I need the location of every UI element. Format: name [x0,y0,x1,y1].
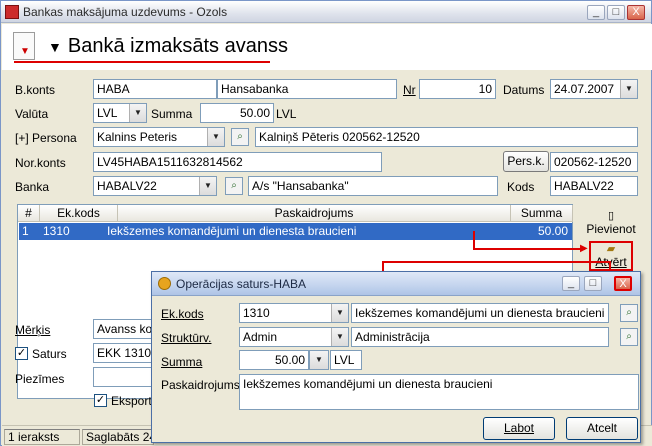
column-header-paskaidrojums[interactable]: Paskaidrojums [118,205,511,222]
document-header: ▼ ▼ Bankā izmaksāts avanss [2,24,652,70]
maximize-button[interactable]: □ [607,5,625,20]
summa-currency: LVL [276,107,297,121]
dialog-close-button[interactable]: X [614,276,632,291]
window-title: Bankas maksājuma uzdevums - Ozols [23,5,228,19]
ekkods-label: Ek.kods [161,307,204,321]
datums-label: Datums [503,83,545,97]
annotation-line [382,261,610,263]
paskaidrojums-label: Paskaidrojums [161,378,240,392]
ekkods-select[interactable]: 1310 ▼ [239,303,349,323]
bkonts-name-field: Hansabanka [217,79,397,99]
column-header-ekkods[interactable]: Ek.kods [40,205,118,222]
valuta-label: Valūta [15,107,49,121]
dropdown-triangle-icon[interactable]: ▼ [48,39,62,55]
chevron-down-icon[interactable]: ▼ [331,304,348,322]
banka-select[interactable]: HABALV22 ▼ [93,176,217,196]
title-bar[interactable]: Bankas maksājuma uzdevums - Ozols _ □ X [1,1,651,23]
saved-status: Saglabāts 24. [82,429,154,445]
dialog-title-bar[interactable]: Operācijas saturs-HABA _ □ X [152,272,640,296]
merkis-field[interactable]: Avanss kom [93,319,155,339]
new-document-icon: ▯ [607,210,615,222]
chevron-down-icon[interactable]: ▼ [207,128,224,146]
merkis-label: Mērķis [15,323,51,337]
calendar-dropdown-icon[interactable]: ▼ [620,80,637,98]
persona-select[interactable]: Kalnins Peteris ▼ [93,127,225,147]
chevron-down-icon[interactable]: ▼ [331,328,348,346]
struktv-desc-field: Administrācija [351,327,609,347]
kods-label: Kods [507,180,535,194]
row-desc: Iekšzemes komandējumi un dienesta brauci… [107,224,357,238]
norkonts-label: Nor.konts [15,156,66,170]
record-count: 1 ieraksts [4,429,80,445]
annotation-line [473,248,585,250]
title-underline [14,61,270,63]
document-icon: ▼ [13,32,35,60]
eksports-label: Eksport [111,394,152,408]
row-code: 1310 [43,224,70,238]
struktv-label: Struktūrv. [161,331,212,345]
summa-label: Summa [151,107,193,121]
paskaidrojums-textarea[interactable]: Iekšzemes komandējumi un dienesta brauci… [239,374,639,410]
close-button[interactable]: X [627,5,645,20]
dialog-summa-dropdown[interactable]: ▼ [309,350,329,370]
app-icon [5,5,19,19]
dialog-title: Operācijas saturs-HABA [176,277,307,291]
dialog-currency-field: LVL [330,350,362,370]
saturs-field[interactable]: EKK 1310 [93,343,155,363]
column-header-summa[interactable]: Summa [511,205,573,222]
persona-label[interactable]: [+] Persona [15,131,77,145]
row-num: 1 [22,224,29,238]
eksports-checkbox[interactable]: ✓ [94,394,107,407]
ekkods-desc-field: Iekšzemes komandējumi un dienesta brauci… [351,303,609,323]
banka-name-field: A/s "Hansabanka" [248,176,498,196]
piezimes-label: Piezīmes [15,372,65,386]
chevron-down-icon[interactable]: ▼ [199,177,216,195]
search-icon[interactable]: ⌕ [231,128,249,146]
folder-open-icon: ▰ [606,243,616,255]
struktv-select[interactable]: Admin ▼ [239,327,349,347]
nr-label: Nr [403,83,416,97]
search-icon[interactable]: ⌕ [225,177,243,195]
bkonts-label: B.konts [15,83,56,97]
chevron-down-icon[interactable]: ▼ [129,104,146,122]
nr-field[interactable]: 10 [419,79,496,99]
saturs-label: Saturs [32,347,67,361]
norkonts-field[interactable]: LV45HABA1511632814562 [93,152,382,172]
row-sum: 50.00 [537,224,568,238]
dialog-app-icon [158,277,171,290]
labot-button[interactable]: Labot [483,417,555,440]
add-button[interactable]: ▯ Pievienot [585,209,637,236]
dialog-minimize-button[interactable]: _ [562,276,580,291]
search-icon[interactable]: ⌕ [620,304,638,322]
persk-field[interactable]: 020562-12520 [550,152,638,172]
operation-dialog: Operācijas saturs-HABA _ □ X Ek.kods 131… [151,271,641,443]
dialog-summa-field[interactable]: 50.00 [239,350,309,370]
page-title[interactable]: ▼ Bankā izmaksāts avanss [48,35,288,58]
atcelt-button[interactable]: Atcelt [566,417,638,440]
datums-field[interactable]: 24.07.2007 ▼ [550,79,638,99]
kods-field[interactable]: HABALV22 [550,176,638,196]
annotation-line [473,231,475,249]
persona-full-field: Kalniņš Pēteris 020562-12520 [255,127,638,147]
banka-label: Banka [15,180,50,194]
persk-button[interactable]: Pers.k. [503,151,549,172]
valuta-select[interactable]: LVL ▼ [93,103,147,123]
dialog-maximize-button[interactable]: □ [584,276,602,291]
arrow-right-icon: ▶ [580,243,588,254]
open-button[interactable]: ▰ Atvērt [589,241,633,271]
piezimes-field[interactable] [93,367,155,387]
minimize-button[interactable]: _ [587,5,605,20]
chevron-down-icon[interactable]: ▼ [310,351,328,369]
summa-field[interactable]: 50.00 [200,103,274,123]
column-header-num[interactable]: # [18,205,40,222]
bkonts-field[interactable]: HABA [93,79,217,99]
search-icon[interactable]: ⌕ [620,328,638,346]
table-row[interactable]: 1 1310 Iekšzemes komandējumi un dienesta… [19,223,572,240]
saturs-checkbox[interactable]: ✓ [15,347,28,360]
dialog-summa-label: Summa [161,355,203,369]
